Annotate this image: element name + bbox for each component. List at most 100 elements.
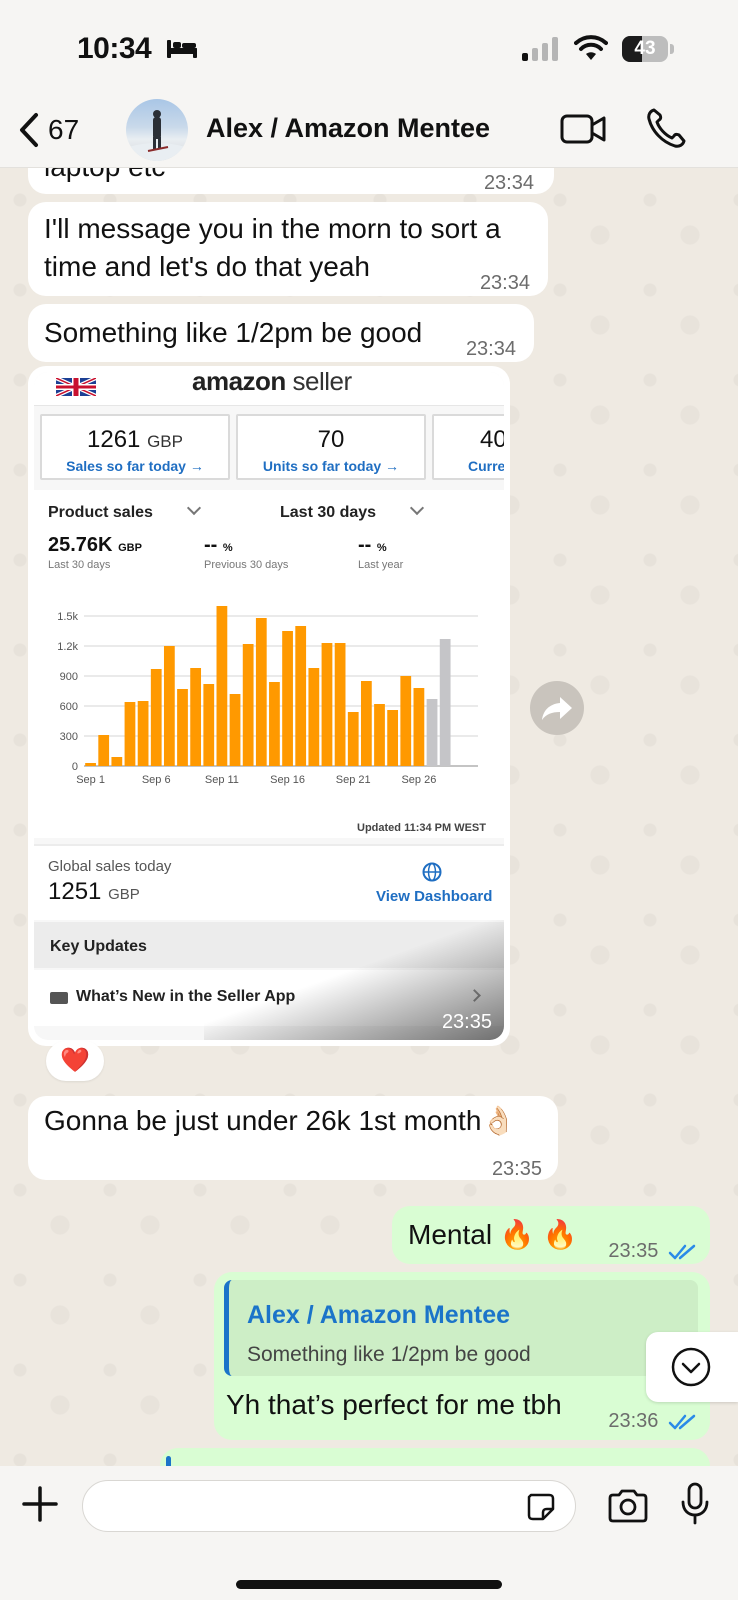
chevron-down-icon <box>671 1347 711 1387</box>
forward-button[interactable] <box>530 681 584 735</box>
x-tick-label: Sep 1 <box>76 774 105 786</box>
bar-sep-9 <box>190 668 202 766</box>
message-text: Gonna be just under 26k 1st month👌🏻 <box>44 1105 517 1136</box>
quoted-text: Something like 1/2pm be good <box>247 1343 531 1366</box>
bar-sep-7 <box>163 646 175 766</box>
kpi-card-current: 40 Curre <box>432 414 504 480</box>
quoted-sender: Alex / Amazon Mentee <box>247 1301 511 1329</box>
home-indicator <box>236 1580 502 1589</box>
x-tick-label: Sep 6 <box>142 774 171 786</box>
battery-percentage: 43 <box>634 38 656 59</box>
status-bar: 10:34 43 <box>0 0 738 95</box>
image-message[interactable]: amazon seller 1261 GBP Sales so far toda… <box>28 366 510 1046</box>
product-sales-panel: Product sales Last 30 days 25.76K GBP La… <box>34 490 504 838</box>
bar-sep-18 <box>308 668 320 766</box>
y-tick-label: 0 <box>72 761 78 773</box>
bar-sep-1 <box>85 763 96 766</box>
message-time: 23:34 <box>483 172 534 194</box>
message-text-line-2: time and let's do that yeah <box>44 251 370 282</box>
message-time: 23:34 <box>465 338 516 360</box>
globe-icon <box>422 862 442 882</box>
wifi-icon <box>574 35 608 60</box>
heart-reaction[interactable]: ❤️ <box>46 1041 104 1081</box>
forward-icon <box>542 697 572 720</box>
contact-avatar[interactable] <box>126 99 188 161</box>
message-incoming[interactable]: I'll message you in the morn to sort a t… <box>28 202 548 296</box>
message-time: 23:34 <box>479 272 530 294</box>
x-tick-label: Sep 11 <box>205 774 239 786</box>
sticker-icon[interactable] <box>525 1491 557 1523</box>
camera-icon[interactable] <box>606 1488 650 1524</box>
bar-sep-14 <box>255 618 267 766</box>
contact-name[interactable]: Alex / Amazon Mentee <box>206 113 490 144</box>
avatar-photo <box>126 110 188 161</box>
bar-sep-3 <box>111 757 123 766</box>
bar-sep-19 <box>321 643 333 766</box>
global-sales-section: Global sales today 1251 GBP View Dashboa… <box>34 844 504 920</box>
bar-sep-27 <box>426 699 438 766</box>
bar-sep-15 <box>269 682 280 766</box>
y-tick-label: 600 <box>60 701 78 713</box>
bar-sep-5 <box>137 701 149 766</box>
uk-flag-icon <box>56 378 96 396</box>
message-text: Something like 1/2pm be good <box>44 317 423 348</box>
message-time: 23:35 <box>608 1232 698 1270</box>
bar-sep-25 <box>400 676 412 766</box>
bar-sep-22 <box>360 681 372 766</box>
message-time: 23:35 <box>491 1158 542 1180</box>
period-selector: Last 30 days <box>280 500 425 522</box>
sales-bar-chart: 0 300 600 900 1.2k 1.5k Sep 1 Sep 6 Sep 11 Sep 16… <box>57 606 478 786</box>
message-text: Mental 🔥 🔥 <box>408 1219 578 1250</box>
read-receipt-icon <box>668 1244 696 1259</box>
bar-sep-17 <box>295 626 307 766</box>
quoted-message[interactable]: Alex / Amazon Mentee Something like 1/2p… <box>224 1280 698 1376</box>
chevron-left-icon <box>20 113 38 147</box>
global-sales-value: 1251 GBP <box>48 878 140 905</box>
bar-sep-13 <box>242 644 254 766</box>
battery-icon: 43 <box>622 36 674 62</box>
y-tick-label: 1.2k <box>57 641 78 653</box>
message-text-line-1: I'll message you in the morn to sort a <box>44 213 501 244</box>
amazon-seller-logo: amazon seller <box>192 372 352 396</box>
bar-sep-12 <box>229 694 241 766</box>
updated-timestamp: Updated 11:34 PM WEST <box>357 822 486 834</box>
x-tick-label: Sep 26 <box>401 774 436 786</box>
plus-icon[interactable] <box>22 1486 58 1522</box>
news-icon <box>50 992 68 1004</box>
message-incoming[interactable]: Something like 1/2pm be good 23:34 <box>28 304 534 362</box>
unread-count: 67 <box>48 114 80 145</box>
bar-sep-21 <box>347 712 359 766</box>
stat-last-30: 25.76K GBP Last 30 days <box>48 534 142 571</box>
stat-previous-30: -- % Previous 30 days <box>204 534 289 571</box>
message-outgoing[interactable]: Mental 🔥 🔥 23:35 <box>392 1206 710 1264</box>
message-input[interactable] <box>82 1480 576 1532</box>
bar-sep-8 <box>177 689 188 766</box>
x-tick-label: Sep 16 <box>270 774 305 786</box>
x-tick-label: Sep 21 <box>336 774 371 786</box>
bar-sep-6 <box>150 669 162 766</box>
cellular-signal-icon <box>522 37 558 61</box>
stat-last-year: -- % Last year <box>358 534 404 571</box>
y-tick-label: 1.5k <box>57 611 78 623</box>
y-tick-label: 900 <box>60 671 78 683</box>
bar-sep-11 <box>216 606 228 766</box>
read-receipt-icon <box>668 1414 696 1429</box>
bar-sep-2 <box>98 735 110 766</box>
phone-call-icon[interactable] <box>646 107 686 149</box>
scroll-to-bottom-button[interactable] <box>646 1332 738 1402</box>
video-call-icon[interactable] <box>560 111 606 147</box>
bar-sep-16 <box>282 631 293 766</box>
composer-bar <box>0 1466 738 1600</box>
back-button[interactable]: 67 <box>18 107 79 153</box>
message-outgoing-reply[interactable]: Alex / Amazon Mentee Something like 1/2p… <box>214 1272 710 1440</box>
bar-sep-26 <box>413 688 425 766</box>
microphone-icon[interactable] <box>680 1482 710 1526</box>
metric-selector: Product sales <box>48 500 202 522</box>
message-incoming[interactable]: Gonna be just under 26k 1st month👌🏻 23:3… <box>28 1096 558 1180</box>
sleep-focus-icon <box>167 40 197 58</box>
bar-sep-20 <box>334 643 346 766</box>
message-time: 23:35 <box>441 1011 492 1033</box>
seller-app-screenshot: amazon seller 1261 GBP Sales so far toda… <box>34 372 504 1040</box>
bar-sep-28 <box>439 639 451 766</box>
chat-header: 67 Alex / Amazon Mentee <box>0 95 738 168</box>
